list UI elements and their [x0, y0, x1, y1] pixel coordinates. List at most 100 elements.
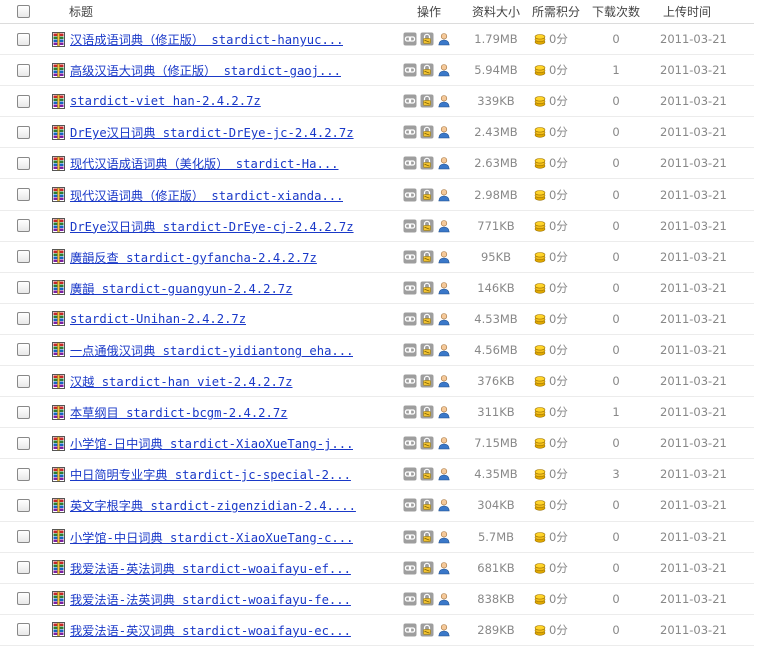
file-title-link[interactable]: DrEye汉日词典 stardict-DrEye-cj-2.4.2.7z — [70, 217, 354, 235]
lock-icon[interactable] — [420, 156, 434, 170]
lock-icon[interactable] — [420, 343, 434, 357]
user-icon[interactable] — [437, 156, 451, 170]
user-icon[interactable] — [437, 498, 451, 512]
file-title-link[interactable]: 我爱法语-英汉词典 stardict-woaifayu-ec... — [70, 621, 351, 639]
row-checkbox[interactable] — [17, 405, 30, 419]
file-title-link[interactable]: 一点通俄汉词典 stardict-yidiantong eha... — [70, 341, 353, 359]
lock-icon[interactable] — [420, 188, 434, 202]
row-checkbox[interactable] — [17, 592, 30, 606]
row-checkbox[interactable] — [17, 343, 30, 357]
lock-icon[interactable] — [420, 374, 434, 388]
file-title-link[interactable]: 汉语成语词典（修正版） stardict-hanyuc... — [70, 30, 343, 48]
lock-icon[interactable] — [420, 219, 434, 233]
user-icon[interactable] — [437, 219, 451, 233]
link-icon[interactable] — [403, 219, 417, 233]
lock-icon[interactable] — [420, 561, 434, 575]
lock-icon[interactable] — [420, 592, 434, 606]
lock-icon[interactable] — [420, 623, 434, 637]
user-icon[interactable] — [437, 592, 451, 606]
file-title-link[interactable]: 我爱法语-法英词典 stardict-woaifayu-fe... — [70, 590, 351, 608]
row-checkbox[interactable] — [17, 312, 30, 326]
row-checkbox[interactable] — [17, 498, 30, 512]
user-icon[interactable] — [437, 374, 451, 388]
lock-icon[interactable] — [420, 530, 434, 544]
user-icon[interactable] — [437, 250, 451, 264]
link-icon[interactable] — [403, 436, 417, 450]
lock-icon[interactable] — [420, 32, 434, 46]
row-checkbox[interactable] — [17, 374, 30, 388]
lock-icon[interactable] — [420, 312, 434, 326]
lock-icon[interactable] — [420, 250, 434, 264]
file-title-link[interactable]: 廣韻反查 stardict-gyfancha-2.4.2.7z — [70, 248, 317, 266]
link-icon[interactable] — [403, 530, 417, 544]
user-icon[interactable] — [437, 405, 451, 419]
row-checkbox[interactable] — [17, 125, 30, 139]
link-icon[interactable] — [403, 250, 417, 264]
user-icon[interactable] — [437, 623, 451, 637]
user-icon[interactable] — [437, 530, 451, 544]
lock-icon[interactable] — [420, 498, 434, 512]
user-icon[interactable] — [437, 343, 451, 357]
link-icon[interactable] — [403, 498, 417, 512]
file-title-link[interactable]: 英文字根字典 stardict-zigenzidian-2.4.... — [70, 496, 356, 514]
user-icon[interactable] — [437, 188, 451, 202]
link-icon[interactable] — [403, 156, 417, 170]
row-checkbox[interactable] — [17, 32, 30, 46]
file-title-link[interactable]: 中日简明专业字典 stardict-jc-special-2... — [70, 465, 351, 483]
row-checkbox[interactable] — [17, 188, 30, 202]
file-title-link[interactable]: 现代汉语成语词典（美化版） stardict-Ha... — [70, 154, 339, 172]
row-checkbox[interactable] — [17, 250, 30, 264]
file-title-link[interactable]: 小学馆-中日词典 stardict-XiaoXueTang-c... — [70, 528, 353, 546]
row-checkbox[interactable] — [17, 436, 30, 450]
row-checkbox[interactable] — [17, 281, 30, 295]
lock-icon[interactable] — [420, 405, 434, 419]
lock-icon[interactable] — [420, 63, 434, 77]
link-icon[interactable] — [403, 312, 417, 326]
link-icon[interactable] — [403, 467, 417, 481]
user-icon[interactable] — [437, 467, 451, 481]
link-icon[interactable] — [403, 592, 417, 606]
select-all-checkbox[interactable] — [17, 5, 30, 18]
file-title-link[interactable]: 本草纲目 stardict-bcgm-2.4.2.7z — [70, 403, 288, 421]
row-checkbox[interactable] — [17, 561, 30, 575]
row-checkbox[interactable] — [17, 63, 30, 77]
link-icon[interactable] — [403, 188, 417, 202]
row-checkbox[interactable] — [17, 94, 30, 108]
user-icon[interactable] — [437, 32, 451, 46]
user-icon[interactable] — [437, 281, 451, 295]
file-title-link[interactable]: 现代汉语词典（修正版） stardict-xianda... — [70, 186, 343, 204]
link-icon[interactable] — [403, 343, 417, 357]
user-icon[interactable] — [437, 561, 451, 575]
user-icon[interactable] — [437, 125, 451, 139]
link-icon[interactable] — [403, 374, 417, 388]
user-icon[interactable] — [437, 63, 451, 77]
file-title-link[interactable]: stardict-viet han-2.4.2.7z — [70, 94, 261, 108]
file-title-link[interactable]: stardict-Unihan-2.4.2.7z — [70, 312, 246, 326]
row-checkbox[interactable] — [17, 623, 30, 637]
row-checkbox[interactable] — [17, 530, 30, 544]
link-icon[interactable] — [403, 405, 417, 419]
lock-icon[interactable] — [420, 125, 434, 139]
row-checkbox[interactable] — [17, 219, 30, 233]
file-title-link[interactable]: 高级汉语大词典（修正版） stardict-gaoj... — [70, 61, 341, 79]
link-icon[interactable] — [403, 125, 417, 139]
link-icon[interactable] — [403, 281, 417, 295]
row-checkbox[interactable] — [17, 156, 30, 170]
link-icon[interactable] — [403, 32, 417, 46]
link-icon[interactable] — [403, 94, 417, 108]
file-title-link[interactable]: DrEye汉日词典 stardict-DrEye-jc-2.4.2.7z — [70, 123, 354, 141]
file-title-link[interactable]: 我爱法语-英法词典 stardict-woaifayu-ef... — [70, 559, 351, 577]
row-checkbox[interactable] — [17, 467, 30, 481]
file-title-link[interactable]: 汉越 stardict-han viet-2.4.2.7z — [70, 372, 293, 390]
link-icon[interactable] — [403, 623, 417, 637]
link-icon[interactable] — [403, 561, 417, 575]
lock-icon[interactable] — [420, 467, 434, 481]
link-icon[interactable] — [403, 63, 417, 77]
file-title-link[interactable]: 廣韻 stardict-guangyun-2.4.2.7z — [70, 279, 293, 297]
lock-icon[interactable] — [420, 281, 434, 295]
user-icon[interactable] — [437, 312, 451, 326]
user-icon[interactable] — [437, 436, 451, 450]
lock-icon[interactable] — [420, 436, 434, 450]
user-icon[interactable] — [437, 94, 451, 108]
file-title-link[interactable]: 小学馆-日中词典 stardict-XiaoXueTang-j... — [70, 434, 353, 452]
